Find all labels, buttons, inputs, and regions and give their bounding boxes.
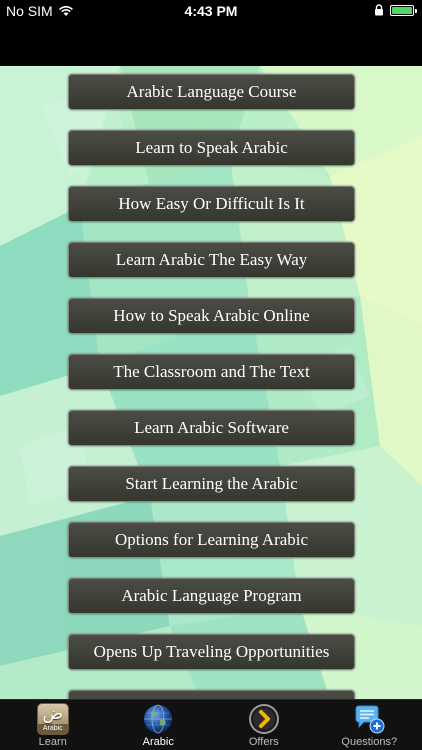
menu-button-start-learning-arabic[interactable]: Start Learning the Arabic [68, 466, 355, 502]
chevron-right-circle-icon [248, 704, 279, 734]
tab-label-arabic: Arabic [142, 736, 174, 748]
tab-learn[interactable]: ض Arabic Learn [0, 700, 106, 750]
tab-offers[interactable]: Offers [211, 700, 317, 750]
globe-icon [144, 704, 173, 734]
tab-questions[interactable]: Questions? [317, 700, 422, 750]
menu-button-how-easy-or-difficult[interactable]: How Easy Or Difficult Is It [68, 186, 355, 222]
tab-bar: ض Arabic Learn Arabic Offers Questions? [0, 699, 422, 750]
chat-bubble-plus-icon [355, 705, 385, 734]
menu-button-opens-up-traveling[interactable]: Opens Up Traveling Opportunities [68, 634, 355, 670]
tab-arabic[interactable]: Arabic [106, 700, 212, 750]
content-area[interactable]: Arabic Language Course Learn to Speak Ar… [0, 66, 422, 699]
tab-label-questions: Questions? [341, 736, 398, 748]
status-time: 4:43 PM [184, 3, 238, 19]
menu-button-options-for-learning[interactable]: Options for Learning Arabic [68, 522, 355, 558]
menu-button-arabic-language-program[interactable]: Arabic Language Program [68, 578, 355, 614]
status-bar: No SIM 4:43 PM [0, 0, 422, 66]
battery-icon [390, 4, 417, 16]
tab-label-offers: Offers [248, 736, 279, 748]
menu-button-how-to-speak-arabic-online[interactable]: How to Speak Arabic Online [68, 298, 355, 334]
menu-button-learn-to-speak-arabic[interactable]: Learn to Speak Arabic [68, 130, 355, 166]
menu-button-classroom-and-text[interactable]: The Classroom and The Text [68, 354, 355, 390]
learn-icon-caption: Arabic [37, 724, 68, 734]
battery-fill [392, 6, 412, 14]
menu-button-arabic-language-course[interactable]: Arabic Language Course [68, 74, 355, 110]
menu-button-learn-arabic-software[interactable]: Learn Arabic Software [68, 410, 355, 446]
status-right [374, 4, 417, 16]
lock-icon [375, 4, 383, 16]
menu-button-learn-arabic-easy-way[interactable]: Learn Arabic The Easy Way [68, 242, 355, 278]
app-screen: No SIM 4:43 PM Arabic Language Course Le… [0, 0, 422, 750]
tab-label-learn: Learn [38, 736, 67, 748]
battery-cap [415, 8, 417, 13]
learn-app-icon: ض Arabic [36, 703, 69, 735]
menu-list: Arabic Language Course Learn to Speak Ar… [0, 66, 422, 699]
learn-icon-glyph: ض [42, 704, 64, 724]
menu-button-partial[interactable] [68, 690, 355, 699]
